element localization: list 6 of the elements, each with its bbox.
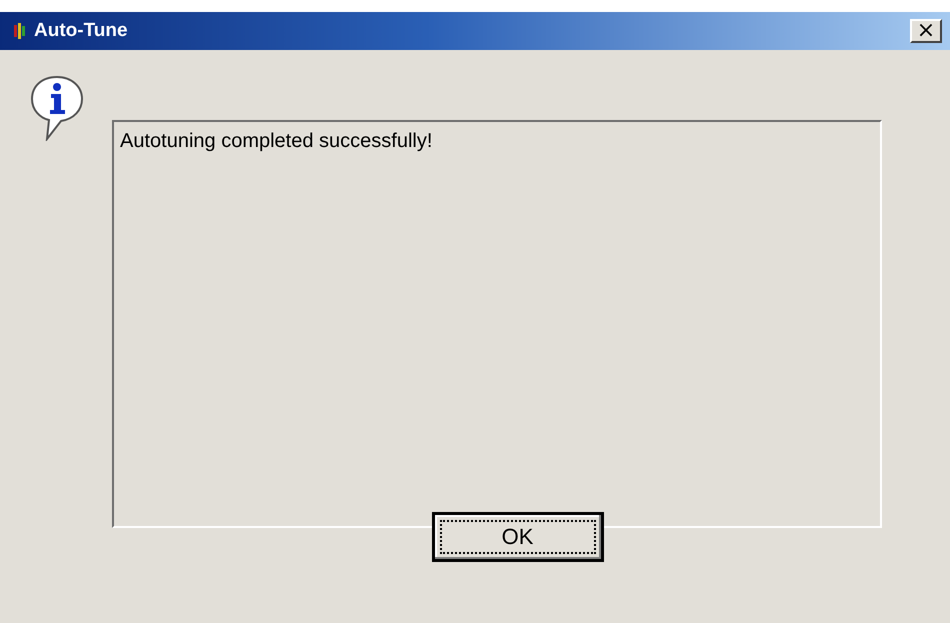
- ok-button[interactable]: OK: [432, 512, 604, 562]
- info-icon: [30, 75, 84, 141]
- close-button[interactable]: ×: [910, 19, 942, 43]
- app-logo-icon: [14, 23, 26, 39]
- window-title: Auto-Tune: [34, 20, 129, 42]
- message-text: Autotuning completed successfully!: [112, 120, 882, 528]
